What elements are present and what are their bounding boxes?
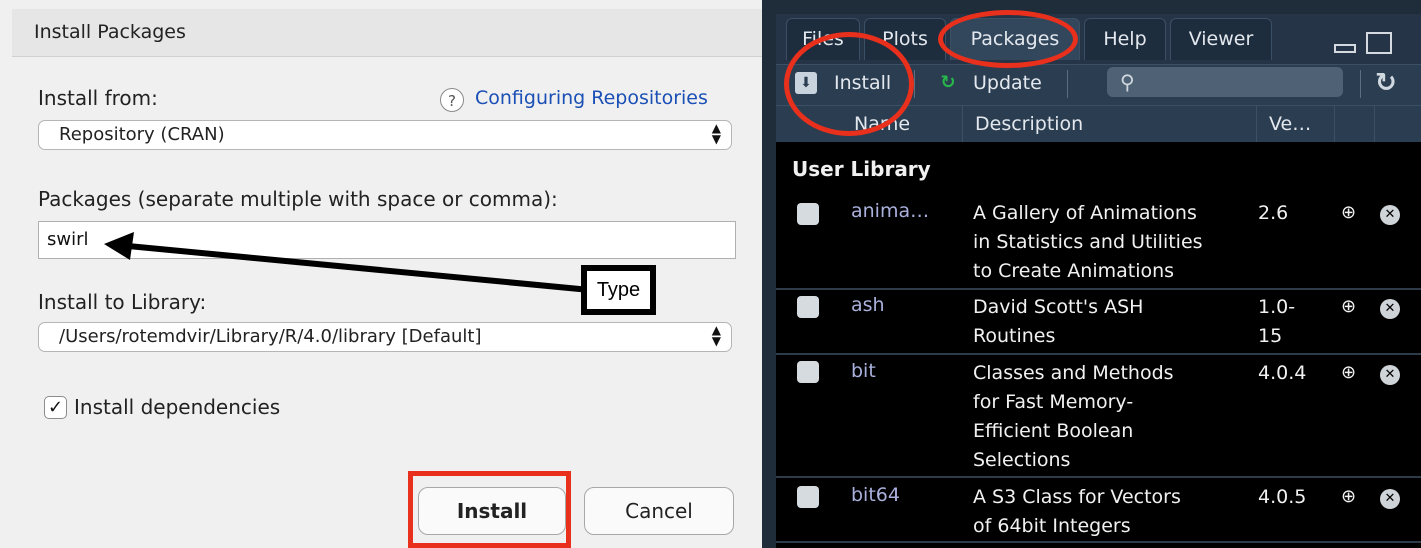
maximize-icon[interactable]	[1366, 32, 1392, 54]
tab-viewer[interactable]: Viewer	[1170, 18, 1272, 60]
column-delete-header	[1374, 106, 1421, 142]
package-name-link[interactable]: bit	[851, 360, 876, 382]
packages-tab-highlight	[938, 10, 1078, 68]
package-name-link[interactable]: bit64	[851, 484, 900, 506]
package-name-link[interactable]: ash	[851, 294, 885, 316]
toolbar-separator	[1067, 70, 1068, 98]
update-icon[interactable]: ↻	[937, 72, 959, 94]
type-annotation-label: Type	[581, 265, 656, 315]
row-divider	[776, 353, 1421, 355]
column-version-header[interactable]: Ve…	[1256, 106, 1334, 142]
column-description-header[interactable]: Description	[962, 106, 1256, 142]
globe-icon[interactable]: ⊕	[1341, 202, 1356, 223]
package-description: David Scott's ASH Routines	[973, 296, 1144, 347]
refresh-icon[interactable]: ↻	[1375, 68, 1397, 98]
row-divider	[776, 288, 1421, 290]
package-description: A Gallery of Animations in Statistics an…	[973, 202, 1203, 282]
minimize-icon[interactable]	[1334, 44, 1356, 53]
package-description: Classes and Methods for Fast Memory- Eff…	[973, 362, 1174, 471]
package-checkbox[interactable]	[797, 486, 819, 508]
package-search-input[interactable]	[1107, 67, 1343, 97]
toolbar-update-button[interactable]: Update	[973, 72, 1042, 94]
globe-icon[interactable]: ⊕	[1341, 362, 1356, 383]
package-checkbox[interactable]	[797, 203, 819, 225]
search-icon: ⚲	[1120, 70, 1135, 94]
remove-package-icon[interactable]: ✕	[1380, 489, 1400, 509]
remove-package-icon[interactable]: ✕	[1380, 205, 1400, 225]
globe-icon[interactable]: ⊕	[1341, 486, 1356, 507]
toolbar-separator	[914, 70, 915, 98]
column-web-header	[1334, 106, 1374, 142]
package-version: 4.0.5	[1258, 486, 1307, 508]
row-divider	[776, 541, 1421, 543]
user-library-heading: User Library	[792, 157, 931, 181]
remove-package-icon[interactable]: ✕	[1380, 365, 1400, 385]
package-version: 1.0- 15	[1258, 296, 1296, 347]
package-checkbox[interactable]	[797, 361, 819, 383]
package-description: A S3 Class for Vectors of 64bit Integers	[973, 486, 1181, 537]
package-version: 4.0.4	[1258, 362, 1307, 384]
tab-help[interactable]: Help	[1084, 18, 1166, 60]
toolbar-separator	[1360, 70, 1361, 98]
globe-icon[interactable]: ⊕	[1341, 296, 1356, 317]
remove-package-icon[interactable]: ✕	[1380, 299, 1400, 319]
package-checkbox[interactable]	[797, 296, 819, 318]
row-divider	[776, 476, 1421, 478]
package-version: 2.6	[1258, 202, 1289, 224]
toolbar-install-highlight	[784, 32, 914, 136]
package-name-link[interactable]: anima…	[851, 200, 929, 222]
